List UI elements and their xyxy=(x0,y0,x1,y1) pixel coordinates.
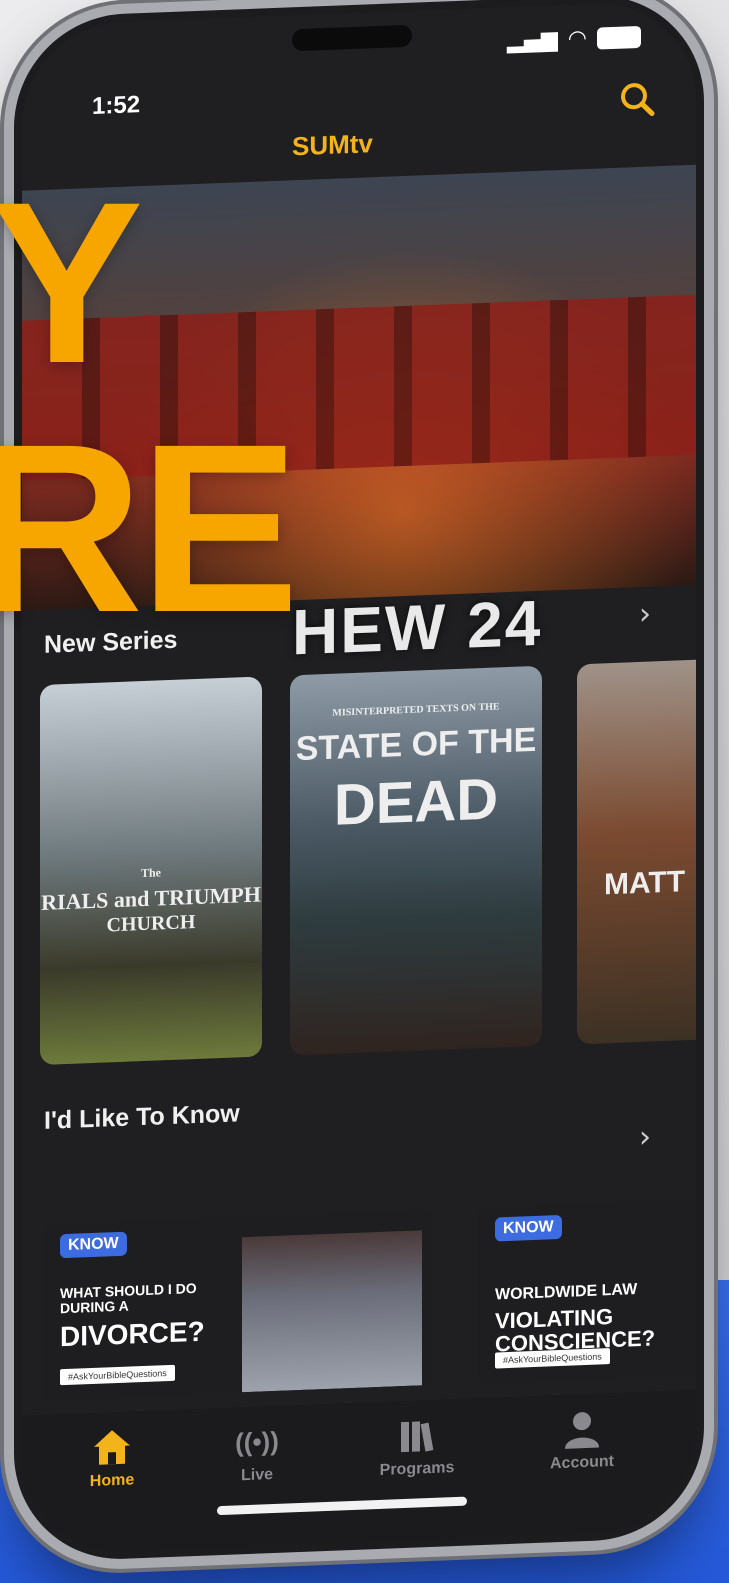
chevron-right-icon[interactable]: › xyxy=(639,1120,651,1155)
bottom-nav: Home ((•)) Live Programs Account xyxy=(22,1389,696,1555)
poster-kicker: MISINTERPRETED TEXTS ON THE xyxy=(332,701,500,719)
home-icon xyxy=(62,1420,162,1474)
status-time: 1:52 xyxy=(92,91,141,121)
know-question-big: DIVORCE? xyxy=(60,1315,205,1353)
overlay-letters-re: RE xyxy=(0,394,299,662)
poster-title: STATE OF THE xyxy=(295,720,537,769)
nav-live[interactable]: ((•)) Live xyxy=(207,1415,307,1487)
app-title: SUMtv xyxy=(292,128,373,162)
programs-icon xyxy=(367,1409,467,1463)
section-title-like-to-know: I'd Like To Know xyxy=(44,1099,240,1135)
poster-state-of-dead[interactable]: MISINTERPRETED TEXTS ON THE STATE OF THE… xyxy=(290,665,542,1056)
notch xyxy=(292,24,412,52)
wifi-icon: ◠ xyxy=(567,25,587,52)
know-card-worldwide-law[interactable]: KNOW WORLDWIDE LAW VIOLATING CONSCIENCE?… xyxy=(477,1199,696,1384)
presenter-image xyxy=(242,1230,422,1393)
live-icon: ((•)) xyxy=(235,1425,279,1458)
battery-icon xyxy=(597,25,641,50)
know-card-divorce[interactable]: KNOW WHAT SHOULD I DO DURING A DIVORCE? … xyxy=(42,1209,432,1400)
hashtag: #AskYourBibleQuestions xyxy=(495,1348,610,1369)
nav-programs-label: Programs xyxy=(379,1459,455,1479)
overlay-letter-y: Y xyxy=(0,154,143,411)
search-icon[interactable] xyxy=(618,79,656,118)
know-question-small: WHAT SHOULD I DO DURING A xyxy=(60,1279,197,1316)
hero-title: HEW 24 xyxy=(292,586,543,669)
status-icons: ▂▄▆ ◠ xyxy=(507,24,641,54)
poster-title: MATT xyxy=(603,865,686,902)
nav-home[interactable]: Home xyxy=(62,1420,162,1492)
signal-icon: ▂▄▆ xyxy=(507,27,558,55)
nav-programs[interactable]: Programs xyxy=(367,1409,467,1481)
account-icon xyxy=(532,1402,632,1456)
nav-account-label: Account xyxy=(550,1452,614,1473)
know-question-big: VIOLATING CONSCIENCE? xyxy=(495,1303,656,1357)
poster-the: The xyxy=(140,865,161,881)
know-badge: KNOW xyxy=(495,1214,562,1242)
poster-subtitle: DEAD xyxy=(333,766,499,838)
know-question-small: WORLDWIDE LAW xyxy=(495,1281,638,1304)
poster-trials-triumph[interactable]: The RIALS and TRIUMPH CHURCH xyxy=(40,676,262,1066)
chevron-right-icon[interactable]: › xyxy=(639,597,651,632)
hashtag: #AskYourBibleQuestions xyxy=(60,1364,175,1386)
know-badge: KNOW xyxy=(60,1231,127,1259)
nav-account[interactable]: Account xyxy=(532,1402,632,1474)
nav-live-label: Live xyxy=(240,1466,273,1485)
nav-home-label: Home xyxy=(89,1471,135,1491)
poster-matthew[interactable]: MATT xyxy=(577,659,696,1045)
